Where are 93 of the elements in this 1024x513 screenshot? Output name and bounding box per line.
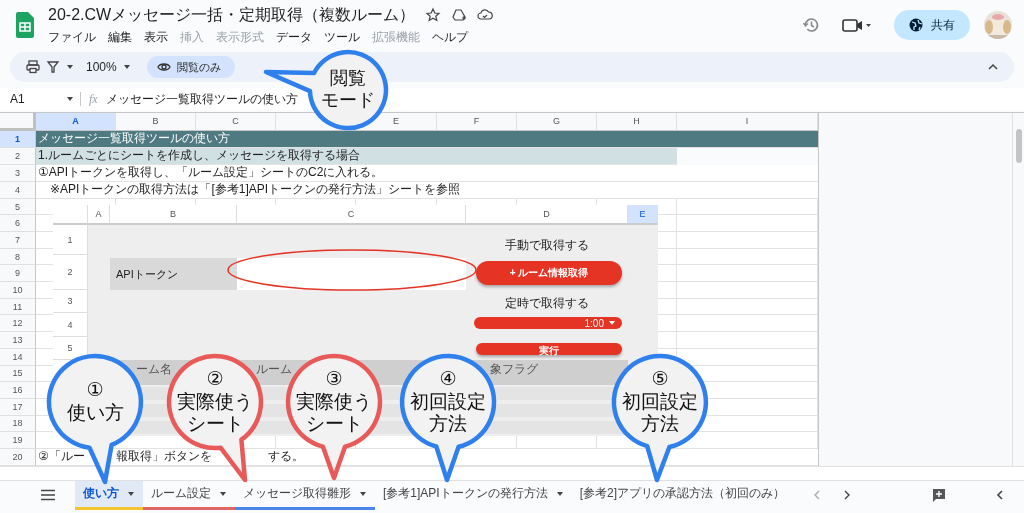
- row-number[interactable]: 10: [0, 282, 36, 299]
- globe-icon: [909, 18, 923, 32]
- api-token-field[interactable]: [237, 258, 466, 290]
- column-header[interactable]: F: [437, 113, 517, 131]
- caret-icon: [359, 489, 367, 498]
- callout-text: ①: [86, 379, 104, 402]
- column-header: C: [237, 205, 466, 225]
- callout-text: 初回設定: [410, 390, 486, 414]
- caret-icon: [608, 319, 616, 327]
- cell-reference[interactable]: A1: [10, 92, 66, 106]
- column-header[interactable]: G: [517, 113, 597, 131]
- callout-text: 初回設定: [622, 390, 698, 414]
- document-title[interactable]: 20-2.CWメッセージ一括・定期取得（複数ルーム）: [48, 4, 416, 26]
- formula-content[interactable]: メッセージ一覧取得ツールの使い方: [105, 90, 298, 108]
- cell-text: 報取得」ボタンを: [115, 448, 212, 466]
- spreadsheet-logo-icon[interactable]: [16, 12, 34, 38]
- sheet-tab[interactable]: メッセージ取得雛形: [235, 480, 375, 510]
- menu-item[interactable]: データ: [276, 28, 312, 46]
- caret-icon: [127, 489, 135, 498]
- row-number[interactable]: 19: [0, 432, 36, 449]
- callout-text: 方法: [429, 413, 467, 437]
- column-header[interactable]: H: [597, 113, 677, 131]
- caret-icon[interactable]: [66, 95, 74, 103]
- star-icon[interactable]: [425, 7, 442, 23]
- eye-icon: [156, 60, 171, 74]
- callout-text: シート: [186, 413, 244, 437]
- zoom-level[interactable]: 100%: [86, 60, 117, 74]
- menu-item[interactable]: ファイル: [48, 28, 96, 46]
- row-number[interactable]: 7: [0, 232, 36, 249]
- sheet-tab[interactable]: [参考1]APIトークンの発行方法: [375, 480, 572, 510]
- fetch-rooms-button[interactable]: + ルーム情報取得: [476, 261, 622, 285]
- row-number: 2: [53, 255, 88, 290]
- history-icon[interactable]: [802, 16, 820, 34]
- sheet-tab[interactable]: ルーム設定: [143, 480, 235, 510]
- column-header[interactable]: I: [677, 113, 818, 131]
- cell-text: ①APIトークンを取得し、「ルーム設定」シートのC2に入れる。: [36, 164, 818, 182]
- row-number[interactable]: 16: [0, 382, 36, 399]
- row-number: 4: [53, 313, 88, 337]
- video-call-icon[interactable]: [842, 16, 872, 34]
- column-header: A: [88, 205, 110, 225]
- callout-text: ④: [439, 367, 457, 391]
- column-header: D: [466, 205, 628, 225]
- callout-text: 実際使う: [177, 390, 253, 414]
- time-dropdown[interactable]: 1:00: [474, 317, 622, 329]
- callout-text: 使い方: [66, 402, 124, 425]
- row-number[interactable]: 6: [0, 215, 36, 233]
- section-label: 定時で取得する: [504, 295, 590, 312]
- callout-text: 実際使う: [296, 390, 372, 414]
- column-header[interactable]: A: [36, 113, 116, 131]
- sheet-tab[interactable]: 使い方: [75, 480, 143, 510]
- scrollbar-thumb[interactable]: [1016, 129, 1022, 163]
- field-label: APIトークン: [110, 258, 237, 290]
- caret-icon[interactable]: [66, 63, 74, 71]
- filter-icon[interactable]: [46, 60, 60, 74]
- add-note-icon[interactable]: [932, 488, 946, 502]
- callout-text: ⑤: [651, 367, 669, 391]
- callout-text: シート: [305, 413, 363, 437]
- view-only-chip[interactable]: 閲覧のみ: [146, 56, 235, 78]
- callout-text: モード: [321, 90, 375, 112]
- scrollbar[interactable]: [1012, 113, 1024, 466]
- share-button[interactable]: 共有: [894, 10, 970, 40]
- row-number[interactable]: 9: [0, 265, 36, 283]
- menu-item[interactable]: ヘルプ: [432, 28, 468, 46]
- row-number: 5: [53, 337, 88, 360]
- sheet-tab[interactable]: [参考2]アプリの承認方法（初回のみ）: [571, 480, 794, 510]
- column-header: E: [628, 205, 658, 225]
- caret-icon: [555, 489, 564, 498]
- cell-text: ②「ルー: [38, 448, 85, 466]
- row-number: 3: [53, 290, 88, 313]
- menu-item[interactable]: 編集: [108, 28, 132, 46]
- caret-icon: [219, 489, 227, 498]
- callout-text: 方法: [641, 413, 679, 437]
- cloud-icon[interactable]: [477, 7, 494, 23]
- menu-icon[interactable]: [40, 489, 56, 501]
- print-icon[interactable]: [26, 60, 40, 74]
- section-label: 手動で取得する: [504, 237, 590, 254]
- menu-item[interactable]: ツール: [324, 28, 360, 46]
- column-header[interactable]: C: [196, 113, 276, 131]
- drive-icon[interactable]: [451, 7, 468, 23]
- cell-text: する。: [267, 448, 304, 466]
- function-label: fx: [89, 91, 98, 107]
- row-number[interactable]: 13: [0, 332, 36, 349]
- callout-text: ②: [206, 367, 224, 391]
- caret-icon[interactable]: [122, 63, 131, 71]
- run-button[interactable]: 実行: [476, 343, 622, 355]
- callout-text: ③: [325, 367, 343, 391]
- menu-item[interactable]: 表示: [144, 28, 168, 46]
- column-header: B: [110, 205, 237, 225]
- callout-text: 閲覧: [330, 68, 366, 90]
- chevron-left-icon[interactable]: [994, 489, 1006, 501]
- column-header[interactable]: B: [116, 113, 196, 131]
- row-number[interactable]: 12: [0, 315, 36, 333]
- row-number: 1: [53, 225, 88, 255]
